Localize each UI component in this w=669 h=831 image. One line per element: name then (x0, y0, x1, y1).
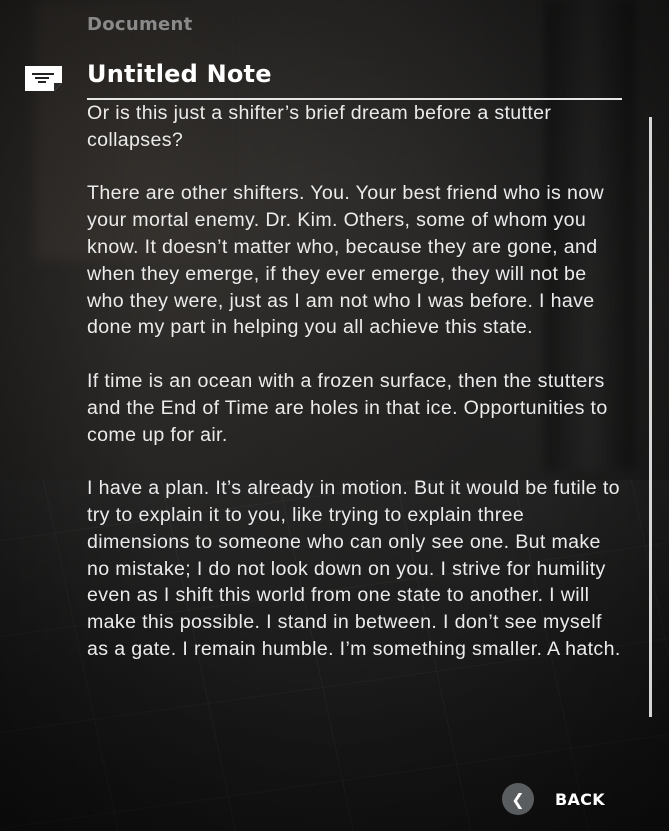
paragraph-1: Or is this just a shifter’s brief dream … (87, 102, 552, 151)
page-title: Untitled Note (87, 60, 272, 88)
title-divider (87, 98, 622, 100)
paragraph-3: If time is an ocean with a frozen surfac… (87, 369, 608, 446)
document-text: Or is this just a shifter’s brief dream … (87, 101, 623, 690)
scrollbar-thumb[interactable] (649, 117, 652, 717)
chevron-left-icon[interactable]: ❮ (502, 783, 534, 815)
back-button-label[interactable]: BACK (555, 790, 605, 809)
paragraph-2: There are other shifters. You. Your best… (87, 182, 604, 339)
paragraph-4: I have a plan. It’s already in motion. B… (87, 477, 621, 660)
document-text-viewport[interactable]: Or is this just a shifter’s brief dream … (87, 101, 627, 717)
note-icon (25, 66, 62, 91)
back-button[interactable]: ❮ BACK (502, 783, 605, 815)
section-label: Document (87, 14, 193, 35)
